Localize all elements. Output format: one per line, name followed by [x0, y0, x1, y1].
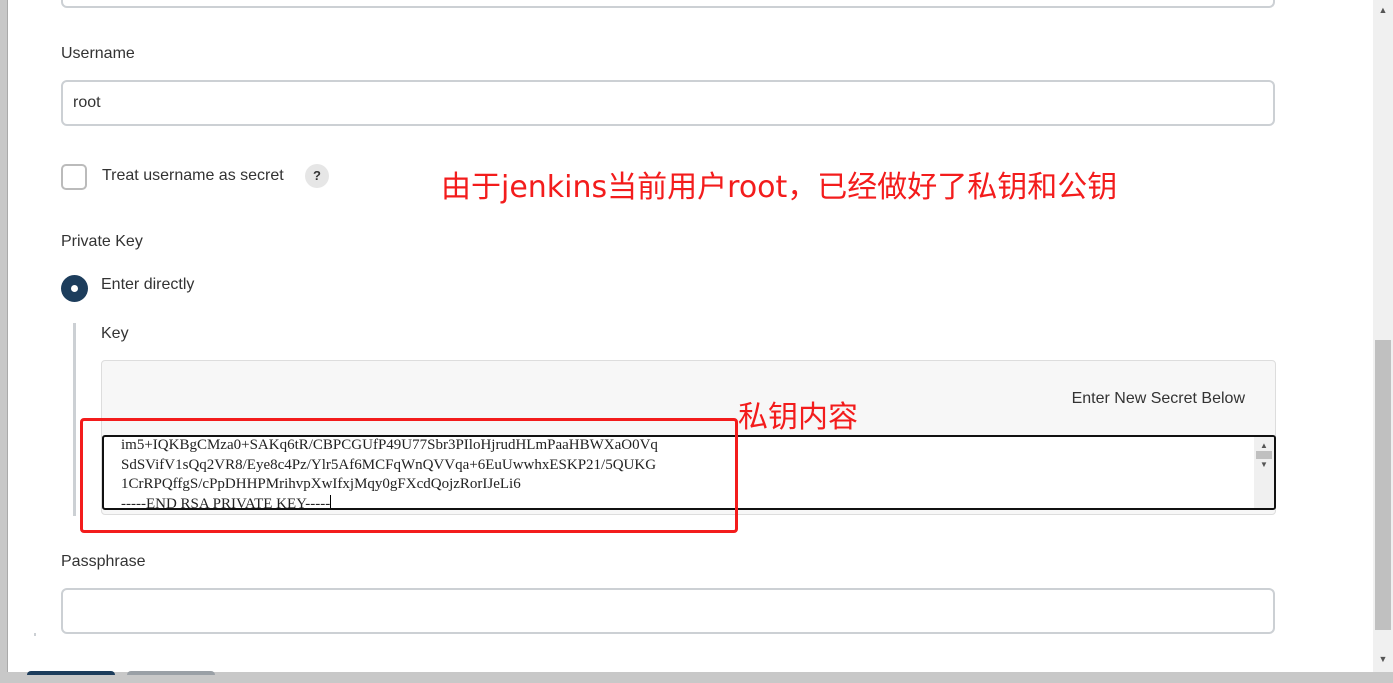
- passphrase-label: Passphrase: [61, 553, 146, 570]
- passphrase-input[interactable]: [61, 588, 1275, 634]
- scroll-down-icon[interactable]: ▼: [1373, 654, 1393, 664]
- page-scrollbar[interactable]: ▲ ▼: [1373, 0, 1393, 672]
- annotation-key-content: 私钥内容: [738, 400, 858, 435]
- annotation-note: 由于jenkins当前用户root，已经做好了私钥和公钥: [441, 170, 1118, 205]
- previous-field-edge: [61, 0, 1275, 8]
- secret-hint: Enter New Secret Below: [1071, 390, 1245, 407]
- help-icon[interactable]: ?: [305, 164, 329, 188]
- textarea-scrollbar[interactable]: ▲ ▼: [1254, 437, 1274, 508]
- private-key-label: Private Key: [61, 233, 143, 250]
- treat-secret-checkbox[interactable]: [61, 164, 87, 190]
- username-label: Username: [61, 45, 135, 62]
- scroll-up-icon[interactable]: ▲: [1373, 5, 1393, 15]
- nested-border: [73, 323, 76, 516]
- key-label: Key: [101, 325, 129, 342]
- username-input[interactable]: root: [61, 80, 1275, 126]
- annotation-box: [80, 418, 738, 533]
- enter-directly-label: Enter directly: [101, 276, 195, 293]
- apply-button[interactable]: [127, 671, 215, 675]
- scrollbar-thumb[interactable]: [1375, 340, 1391, 630]
- treat-secret-label: Treat username as secret: [102, 167, 284, 184]
- enter-directly-radio[interactable]: [61, 275, 88, 302]
- credentials-form: Username root Treat username as secret ?…: [7, 0, 1393, 675]
- save-button[interactable]: [27, 671, 115, 675]
- divider: [34, 633, 36, 636]
